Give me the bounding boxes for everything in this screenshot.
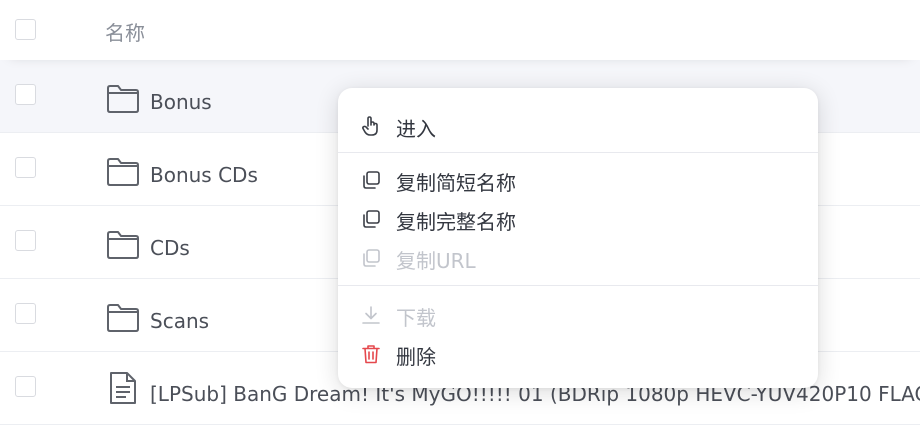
- folder-icon: [106, 84, 140, 114]
- menu-item-label: 下载: [396, 306, 436, 330]
- row-checkbox[interactable]: [15, 84, 36, 105]
- select-all-checkbox[interactable]: [15, 19, 36, 40]
- folder-icon: [106, 230, 140, 260]
- menu-item-copy-url[interactable]: 复制URL: [338, 240, 818, 276]
- menu-item-download[interactable]: 下载: [338, 297, 818, 333]
- menu-item-enter[interactable]: 进入: [338, 108, 818, 144]
- menu-divider: [338, 152, 818, 153]
- context-menu: 进入 复制简短名称 复制完整名称 复制URL 下载 删除: [338, 88, 818, 388]
- row-name[interactable]: Scans: [150, 309, 209, 333]
- folder-icon: [106, 303, 140, 333]
- menu-item-copy-short-name[interactable]: 复制简短名称: [338, 162, 818, 198]
- row-name[interactable]: CDs: [150, 236, 190, 260]
- row-checkbox[interactable]: [15, 157, 36, 178]
- copy-icon: [360, 247, 382, 269]
- row-checkbox[interactable]: [15, 303, 36, 324]
- download-icon: [360, 304, 382, 326]
- menu-item-delete[interactable]: 删除: [338, 336, 818, 372]
- copy-icon: [360, 169, 382, 191]
- row-name[interactable]: Bonus CDs: [150, 163, 258, 187]
- document-icon: [108, 370, 138, 406]
- menu-item-label: 复制简短名称: [396, 171, 516, 195]
- row-name[interactable]: Bonus: [150, 90, 212, 114]
- menu-divider: [338, 285, 818, 286]
- pointer-hand-icon: [360, 115, 382, 137]
- menu-item-label: 复制完整名称: [396, 210, 516, 234]
- folder-icon: [106, 157, 140, 187]
- name-column-header[interactable]: 名称: [105, 17, 145, 46]
- row-checkbox[interactable]: [15, 376, 36, 397]
- trash-icon: [360, 343, 382, 365]
- menu-item-label: 复制URL: [396, 249, 476, 273]
- menu-item-label: 删除: [396, 345, 436, 369]
- menu-item-copy-full-name[interactable]: 复制完整名称: [338, 201, 818, 237]
- row-checkbox[interactable]: [15, 230, 36, 251]
- table-header: 名称: [0, 0, 920, 60]
- copy-icon: [360, 208, 382, 230]
- menu-item-label: 进入: [396, 117, 436, 141]
